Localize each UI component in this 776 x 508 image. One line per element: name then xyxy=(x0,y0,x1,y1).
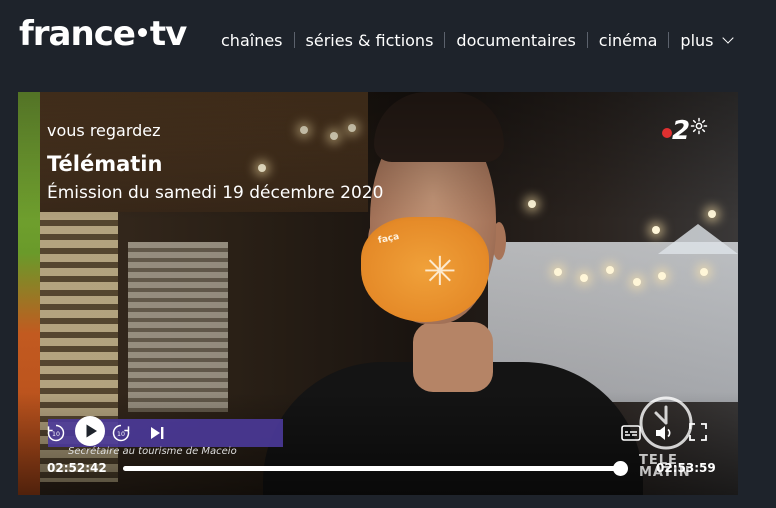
logo-dot xyxy=(137,27,147,37)
site-header: france tv chaînes séries & fictions docum… xyxy=(0,0,776,82)
svg-text:10: 10 xyxy=(52,431,60,438)
person-neck xyxy=(413,322,493,392)
channel-logo-dot xyxy=(662,128,672,138)
episode-subtitle: Émission du samedi 19 décembre 2020 xyxy=(47,183,384,203)
rewind-10-icon[interactable]: 10 xyxy=(46,423,66,443)
chevron-down-icon xyxy=(721,31,734,44)
channel-number: 2 xyxy=(672,116,691,146)
logo-text-france: france xyxy=(19,14,136,54)
nav-item-cinema[interactable]: cinéma xyxy=(593,31,664,50)
nav-divider xyxy=(586,32,588,48)
fullscreen-icon[interactable] xyxy=(689,423,707,441)
scene-tent-roof xyxy=(658,224,738,254)
program-title: Télématin xyxy=(47,152,163,176)
france-tv-logo[interactable]: france tv xyxy=(19,14,187,54)
nav-divider xyxy=(293,32,295,48)
channel-logo: 2 xyxy=(654,116,694,150)
current-time: 02:52:42 xyxy=(47,461,107,475)
volume-icon[interactable] xyxy=(654,423,674,443)
progress-bar[interactable] xyxy=(123,461,628,476)
progress-handle[interactable] xyxy=(612,461,628,476)
scene-light xyxy=(606,266,614,274)
scene-light xyxy=(580,274,588,282)
scene-light xyxy=(658,272,666,280)
gear-icon[interactable] xyxy=(690,117,708,135)
end-time: 02:53:59 xyxy=(656,461,716,475)
nav-item-plus-label: plus xyxy=(680,30,714,50)
scene-light xyxy=(554,268,562,276)
scene-booth xyxy=(128,242,228,412)
next-icon[interactable] xyxy=(149,425,165,441)
nav-item-chaines[interactable]: chaînes xyxy=(215,31,289,50)
play-icon[interactable] xyxy=(74,415,106,447)
nav-item-documentaires[interactable]: documentaires xyxy=(450,31,581,50)
progress-fill xyxy=(123,466,620,471)
nav-item-plus[interactable]: plus xyxy=(674,31,737,50)
mask-sun-icon: ✳ xyxy=(423,249,457,295)
scene-light xyxy=(633,278,641,286)
svg-text:10: 10 xyxy=(117,431,125,438)
main-nav: chaînes séries & fictions documentaires … xyxy=(215,28,738,52)
scene-light xyxy=(652,226,660,234)
lower-third-caption: Secrétaire au tourisme de Maceio xyxy=(68,446,237,457)
nav-divider xyxy=(668,32,670,48)
video-player[interactable]: faça ✳ vous regardez Télématin Émission … xyxy=(18,92,738,495)
now-watching-label: vous regardez xyxy=(47,121,161,140)
scene-light xyxy=(700,268,708,276)
forward-10-icon[interactable]: 10 xyxy=(111,423,131,443)
nav-item-series-fictions[interactable]: séries & fictions xyxy=(300,31,440,50)
subtitles-icon[interactable] xyxy=(621,425,641,441)
logo-text-tv: tv xyxy=(149,14,187,54)
nav-divider xyxy=(444,32,446,48)
